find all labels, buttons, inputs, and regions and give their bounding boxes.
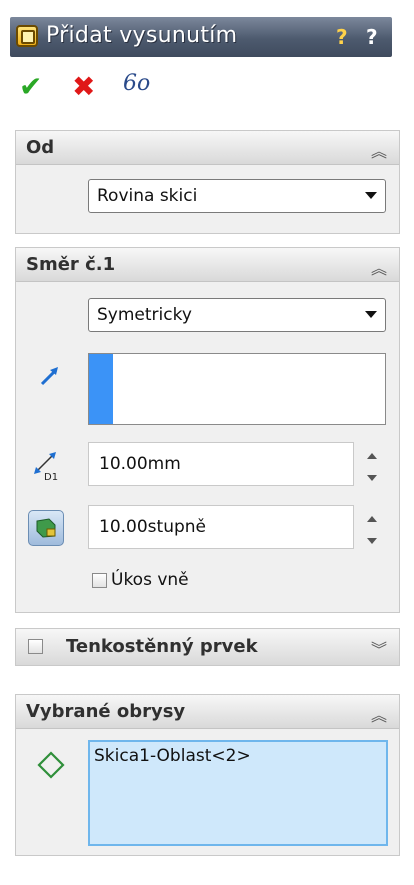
ok-checkmark-icon[interactable]: ✔ (19, 70, 42, 103)
depth-dimension-icon: D1 (34, 452, 58, 482)
thin-feature-group: Tenkostěnný prvek ︾ (15, 628, 400, 666)
selected-contours-group-header[interactable]: Vybrané obrysy ︽ (16, 695, 399, 729)
direction1-group: Směr č.1 ︽ Symetricky D1 10.00mm 10.00st… (15, 247, 400, 613)
thin-feature-title: Tenkostěnný prvek (66, 636, 258, 657)
cancel-x-icon[interactable]: ✖ (72, 70, 95, 103)
direction-selection-box[interactable] (88, 353, 386, 425)
end-condition-value: Symetricky (97, 305, 192, 325)
contour-diamond-icon (37, 751, 65, 779)
draft-outward-checkbox[interactable] (92, 573, 107, 588)
selection-accent-bar (89, 354, 113, 424)
from-group-title: Od (26, 137, 55, 158)
draft-increase-icon[interactable] (367, 516, 377, 522)
thin-feature-checkbox[interactable] (28, 639, 43, 654)
selected-contours-group: Vybrané obrysy ︽ Skica1-Oblast<2> (15, 694, 400, 856)
help-icon[interactable]: ? (366, 25, 378, 49)
draft-decrease-icon[interactable] (367, 538, 377, 544)
from-dropdown[interactable]: Rovina skici (88, 179, 386, 213)
title-bar: Přidat vysunutím ? ? (10, 17, 392, 57)
selected-contours-title: Vybrané obrysy (26, 701, 186, 722)
draft-angle-field[interactable]: 10.00stupně (88, 505, 354, 549)
direction1-group-title: Směr č.1 (26, 254, 116, 275)
end-condition-dropdown[interactable]: Symetricky (88, 298, 386, 332)
thin-feature-group-header[interactable]: Tenkostěnný prvek ︾ (16, 629, 399, 665)
draft-icon (36, 518, 56, 538)
direction-arrow-icon[interactable] (38, 364, 62, 388)
contour-list-item[interactable]: Skica1-Oblast<2> (94, 746, 251, 766)
depth-field[interactable]: 10.00mm (88, 442, 354, 486)
depth-value: 10.00mm (99, 454, 181, 474)
whats-new-help-icon[interactable]: ? (336, 25, 348, 49)
expand-chevron-icon[interactable]: ︾ (371, 636, 387, 660)
draft-angle-value: 10.00stupně (99, 517, 206, 537)
draft-toggle-button[interactable] (28, 510, 64, 546)
preview-glasses-icon[interactable]: 6o (123, 71, 150, 96)
dropdown-arrow-icon (365, 192, 377, 199)
depth-increase-icon[interactable] (367, 453, 377, 459)
from-group: Od ︽ Rovina skici (15, 130, 400, 234)
from-dropdown-value: Rovina skici (97, 186, 198, 206)
collapse-chevron-icon[interactable]: ︽ (371, 255, 387, 279)
direction1-group-header[interactable]: Směr č.1 ︽ (16, 248, 399, 282)
svg-text:D1: D1 (44, 472, 58, 482)
extrude-feature-icon (16, 25, 38, 47)
draft-outward-label: Úkos vně (111, 570, 189, 590)
panel-title: Přidat vysunutím (46, 23, 238, 48)
collapse-chevron-icon[interactable]: ︽ (371, 702, 387, 726)
from-group-header[interactable]: Od ︽ (16, 131, 399, 165)
depth-decrease-icon[interactable] (367, 475, 377, 481)
collapse-chevron-icon[interactable]: ︽ (371, 138, 387, 162)
contours-list[interactable]: Skica1-Oblast<2> (88, 740, 388, 846)
dropdown-arrow-icon (365, 311, 377, 318)
